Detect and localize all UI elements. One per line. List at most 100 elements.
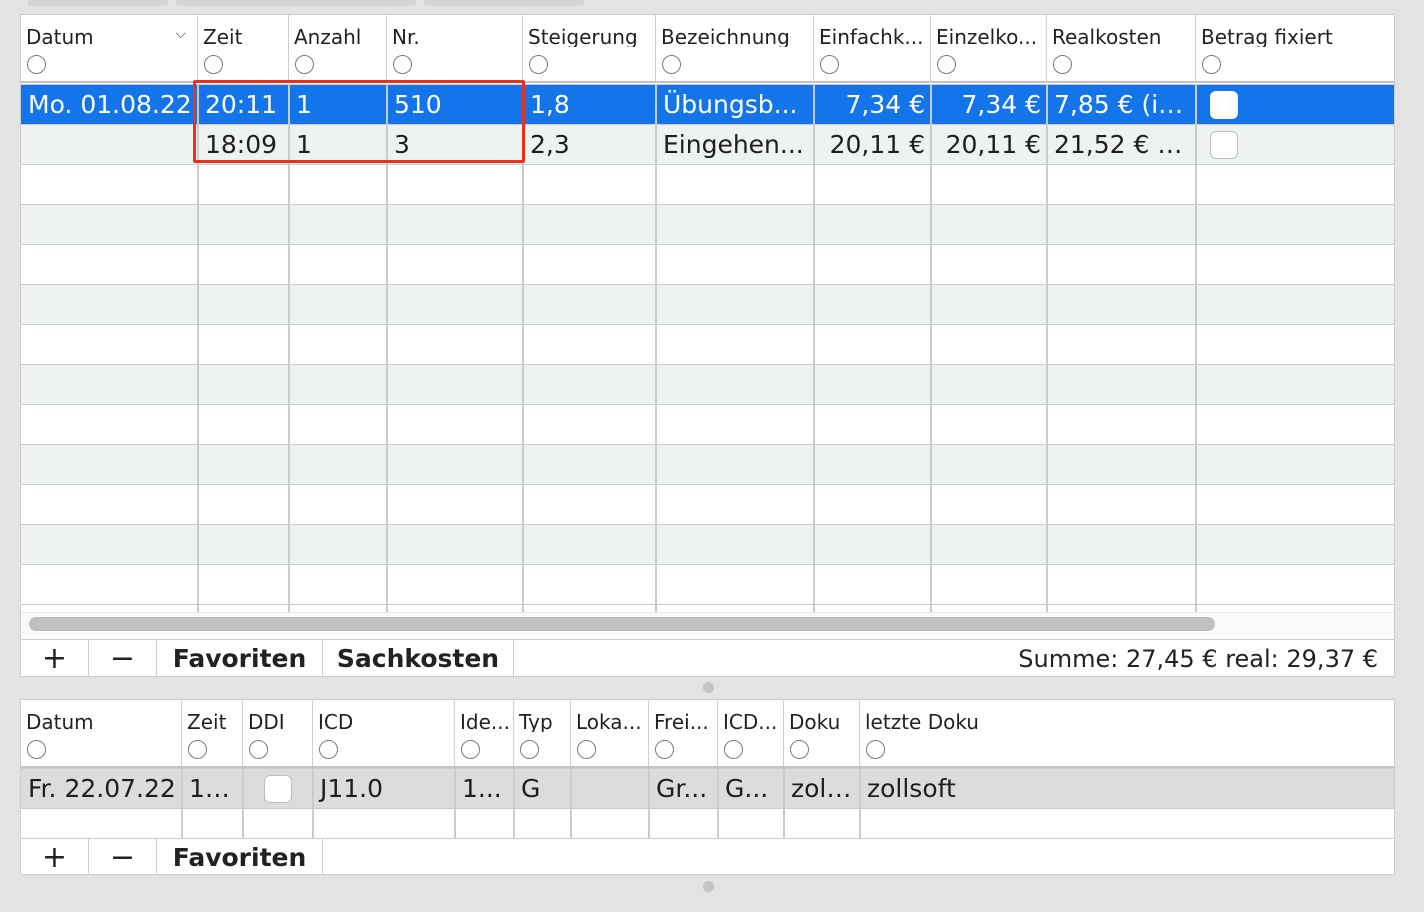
filter-radio[interactable] xyxy=(461,740,480,759)
table-row[interactable]: 18:09 1 3 2,3 Eingehen... 20,11 € 20,11 € 21,52… xyxy=(21,125,1394,165)
column-header-icd2[interactable]: ICD... xyxy=(718,700,784,766)
filter-radio[interactable] xyxy=(319,740,338,759)
filter-radio[interactable] xyxy=(27,55,46,74)
sort-chevron-down-icon[interactable]: ⌵ xyxy=(175,26,186,42)
horizontal-scrollbar[interactable] xyxy=(21,612,1394,636)
column-header-label: Loka... xyxy=(576,712,642,732)
filter-radio[interactable] xyxy=(655,740,674,759)
remove-button[interactable]: − xyxy=(89,640,157,676)
filter-radio[interactable] xyxy=(295,55,314,74)
cell-bezeichnung: Übungsb... xyxy=(663,90,798,119)
column-header-anzahl[interactable]: Anzahl xyxy=(289,15,387,81)
header-separator xyxy=(570,700,571,766)
column-header-fixiert[interactable]: Betrag fixiert xyxy=(1196,15,1394,81)
table-toolbar: + − Favoriten xyxy=(21,838,1394,874)
column-header-label: Nr. xyxy=(392,27,420,47)
empty-table-row[interactable] xyxy=(21,405,1394,445)
cell-zeit: 14... xyxy=(189,774,243,803)
column-header-loka[interactable]: Loka... xyxy=(571,700,649,766)
column-header-real[interactable]: Realkosten xyxy=(1047,15,1196,81)
column-header-typ[interactable]: Typ xyxy=(514,700,571,766)
filter-radio[interactable] xyxy=(820,55,839,74)
filter-radio[interactable] xyxy=(204,55,223,74)
grid-line xyxy=(21,444,1394,445)
grid-line xyxy=(21,84,1394,85)
favoriten-button[interactable]: Favoriten xyxy=(157,640,323,676)
empty-table-row[interactable] xyxy=(21,165,1394,205)
column-header-label: Anzahl xyxy=(294,27,362,47)
column-header-nr[interactable]: Nr. xyxy=(387,15,523,81)
filter-radio[interactable] xyxy=(937,55,956,74)
column-header-doku[interactable]: Doku xyxy=(784,700,860,766)
column-header-zeit[interactable]: Zeit xyxy=(198,15,289,81)
filter-radio[interactable] xyxy=(1053,55,1072,74)
empty-table-row[interactable] xyxy=(21,485,1394,525)
empty-table-row[interactable] xyxy=(21,245,1394,285)
grid-line xyxy=(21,808,1394,809)
column-header-bezeichnung[interactable]: Bezeichnung xyxy=(656,15,814,81)
column-header-einzel[interactable]: Einzelko... xyxy=(931,15,1047,81)
column-header-datum[interactable]: Datum ⌵ xyxy=(21,15,198,81)
table-row[interactable]: Mo. 01.08.22 20:11 1 510 1,8 Übungsb... 7,34 €… xyxy=(21,85,1394,125)
empty-table-row[interactable] xyxy=(21,325,1394,365)
split-grip-top[interactable] xyxy=(703,682,714,693)
table-header: Datum ⌵ Zeit Anzahl Nr. Steigerung Bezeichnung… xyxy=(21,15,1394,83)
cell-loka xyxy=(571,769,649,809)
cell-steigerung: 1,8 xyxy=(530,90,570,119)
column-header-letzte[interactable]: letzte Doku xyxy=(860,700,1394,766)
column-header-ide[interactable]: Ide... xyxy=(455,700,514,766)
grid-line xyxy=(21,244,1394,245)
filter-radio[interactable] xyxy=(1202,55,1221,74)
filter-radio[interactable] xyxy=(520,740,539,759)
remove-button[interactable]: − xyxy=(89,839,157,874)
table-row[interactable]: Fr. 22.07.22 14... J11.0 1... G Gr... G... zoll… xyxy=(21,769,1394,809)
column-grid-line xyxy=(513,769,515,838)
favoriten-button[interactable]: Favoriten xyxy=(157,839,323,874)
empty-table-row[interactable] xyxy=(21,525,1394,565)
add-button[interactable]: + xyxy=(21,640,89,676)
column-header-label: Zeit xyxy=(203,27,243,47)
checkbox-fixiert[interactable] xyxy=(1210,91,1238,119)
empty-table-row[interactable] xyxy=(21,445,1394,485)
cell-real: 21,52 € (i... xyxy=(1054,130,1196,159)
scrollbar-thumb[interactable] xyxy=(29,617,1215,631)
filter-radio[interactable] xyxy=(662,55,681,74)
column-header-ddi[interactable]: DDI xyxy=(243,700,313,766)
split-grip-bottom[interactable] xyxy=(703,881,714,892)
header-separator xyxy=(813,15,814,81)
empty-table-row[interactable] xyxy=(21,285,1394,325)
filter-radio[interactable] xyxy=(529,55,548,74)
cell-steigerung: 2,3 xyxy=(530,130,570,159)
column-header-label: ICD xyxy=(318,712,354,732)
column-grid-line xyxy=(288,85,290,612)
cell-nr: 510 xyxy=(394,90,442,119)
header-separator xyxy=(197,15,198,81)
empty-table-row[interactable] xyxy=(21,205,1394,245)
empty-table-row[interactable] xyxy=(21,365,1394,405)
column-header-frei[interactable]: Frei... xyxy=(649,700,718,766)
column-header-steigerung[interactable]: Steigerung xyxy=(523,15,656,81)
column-header-icd[interactable]: ICD xyxy=(313,700,455,766)
checkbox-ddi[interactable] xyxy=(264,775,292,803)
leistungen-panel: Datum ⌵ Zeit Anzahl Nr. Steigerung Bezeichnung… xyxy=(20,14,1395,677)
filter-radio[interactable] xyxy=(393,55,412,74)
column-header-label: Einzelko... xyxy=(936,27,1038,47)
column-header-einfach[interactable]: Einfachk... xyxy=(814,15,931,81)
filter-radio[interactable] xyxy=(577,740,596,759)
column-header-datum[interactable]: Datum xyxy=(21,700,182,766)
grid-line xyxy=(21,524,1394,525)
cell-einfach: 7,34 € xyxy=(845,90,925,119)
grid-line xyxy=(21,404,1394,405)
filter-radio[interactable] xyxy=(866,740,885,759)
filter-radio[interactable] xyxy=(188,740,207,759)
checkbox-fixiert[interactable] xyxy=(1210,131,1238,159)
cell-ide: 1... xyxy=(462,774,502,803)
add-button[interactable]: + xyxy=(21,839,89,874)
empty-table-row[interactable] xyxy=(21,565,1394,605)
column-header-zeit[interactable]: Zeit xyxy=(182,700,243,766)
filter-radio[interactable] xyxy=(790,740,809,759)
filter-radio[interactable] xyxy=(249,740,268,759)
sachkosten-button[interactable]: Sachkosten xyxy=(323,640,514,676)
filter-radio[interactable] xyxy=(724,740,743,759)
filter-radio[interactable] xyxy=(27,740,46,759)
